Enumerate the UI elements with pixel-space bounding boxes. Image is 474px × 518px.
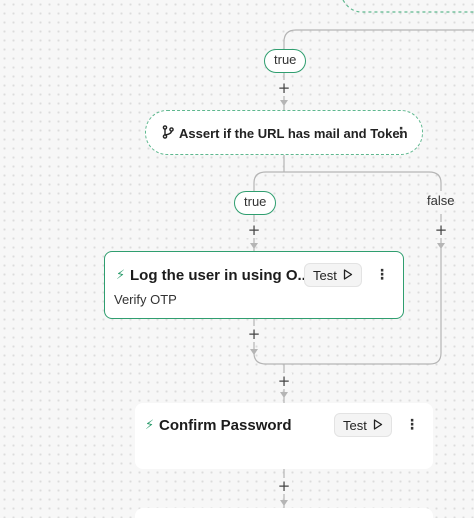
add-step-button[interactable]: + <box>433 222 449 238</box>
step-title: Log the user in using O... <box>130 267 311 284</box>
add-step-button[interactable]: + <box>246 222 262 238</box>
connector-arrow <box>280 392 288 398</box>
test-button[interactable]: Test <box>334 413 392 437</box>
branch-icon <box>162 125 174 142</box>
branch-label-text: true <box>244 194 267 209</box>
plus-icon: + <box>277 477 291 495</box>
branch-label-text: false <box>427 193 455 208</box>
lightning-icon: ⚡ <box>116 268 126 283</box>
test-button-label: Test <box>313 267 337 283</box>
connector-arrow <box>280 100 288 106</box>
lightning-icon: ⚡ <box>145 418 155 433</box>
plus-icon: + <box>277 79 291 97</box>
branch-label-false[interactable]: false <box>418 191 463 215</box>
more-vertical-icon[interactable]: ⋮ <box>405 418 419 432</box>
branch-label-true[interactable]: true <box>264 49 307 73</box>
add-step-button[interactable]: + <box>276 80 292 96</box>
add-step-button[interactable]: + <box>276 478 292 494</box>
connector-arrow <box>437 243 445 249</box>
connector-arrow <box>280 500 288 506</box>
branch-label-true[interactable]: true <box>234 191 277 215</box>
play-icon <box>343 268 353 283</box>
plus-icon: + <box>434 221 448 239</box>
plus-icon: + <box>247 325 261 343</box>
step-card-login[interactable]: ⚡ Log the user in using O... Test ⋮ Veri… <box>104 251 404 319</box>
connector-arrow <box>250 243 258 249</box>
more-vertical-icon[interactable]: ⋮ <box>375 268 389 282</box>
play-icon <box>373 418 383 433</box>
step-subtitle: Verify OTP <box>114 292 177 307</box>
condition-label: Assert if the URL has mail and Token <box>179 126 408 141</box>
test-button-label: Test <box>343 417 367 433</box>
add-step-button[interactable]: + <box>276 373 292 389</box>
more-vertical-icon[interactable]: ⋮ <box>394 126 408 140</box>
test-button[interactable]: Test <box>304 263 362 287</box>
step-card-confirm-password[interactable]: ⚡ Confirm Password Test ⋮ <box>135 403 433 469</box>
add-step-button[interactable]: + <box>246 326 262 342</box>
condition-node[interactable]: Assert if the URL has mail and Token ⋮ <box>145 110 423 155</box>
branch-label-text: true <box>274 52 297 67</box>
step-title: Confirm Password <box>159 417 292 434</box>
plus-icon: + <box>247 221 261 239</box>
plus-icon: + <box>277 372 291 390</box>
connector-arrow <box>250 349 258 355</box>
step-card-next[interactable] <box>135 508 433 518</box>
